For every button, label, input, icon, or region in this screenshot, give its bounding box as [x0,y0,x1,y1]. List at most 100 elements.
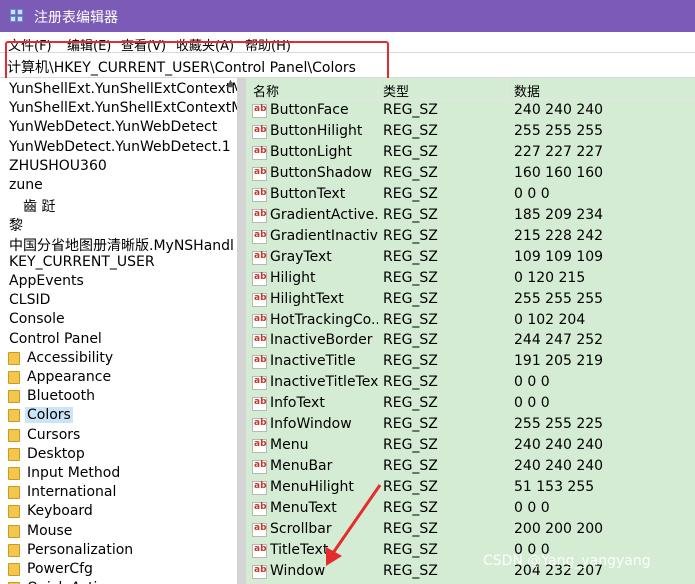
tree-item-label: Keyboard [27,503,93,520]
tree-item-label: Bluetooth [27,388,95,405]
tree-item-label: Cursors [27,426,81,443]
tree-item[interactable]: YunWebDetect.YunWebDetect.1 [0,138,237,157]
value-type: REG_SZ [383,437,438,454]
tree-item[interactable]: YunWebDetect.YunWebDetect [0,118,237,137]
tree-item[interactable]: Console [0,310,237,329]
value-type: REG_SZ [383,332,438,349]
value-row[interactable]: ab HilightText REG_SZ 255 255 255 [246,289,695,310]
string-value-icon: ab [252,250,267,265]
value-row[interactable]: ab InfoWindow REG_SZ 255 255 225 [246,414,695,435]
value-row[interactable]: ab Menu REG_SZ 240 240 240 [246,435,695,456]
string-value-icon: ab [252,418,267,433]
tree-item[interactable]: Mouse [0,522,237,541]
folder-icon [8,543,20,557]
tree-item[interactable]: Desktop [0,445,237,464]
address-bar[interactable]: 计算机\HKEY_CURRENT_USER\Control Panel\Colo… [0,52,695,78]
value-data: 0 0 0 [514,500,550,517]
column-name[interactable]: 名称 [253,81,279,100]
value-row[interactable]: ab ButtonHilight REG_SZ 255 255 255 [246,121,695,142]
value-row[interactable]: ab GrayText REG_SZ 109 109 109 [246,247,695,268]
tree-item-label: ZHUSHOU360 [9,157,107,174]
tree-item[interactable]: 齒 跹 [0,195,237,215]
value-row[interactable]: ab InactiveBorder REG_SZ 244 247 252 [246,330,695,351]
value-row[interactable]: ab MenuHilight REG_SZ 51 153 255 [246,477,695,498]
value-row[interactable]: ab ButtonLight REG_SZ 227 227 227 [246,142,695,163]
menu-bar: 文件(F) 编辑(E) 查看(V) 收藏夹(A) 帮助(H) [0,32,695,54]
value-row[interactable]: ab Hilight REG_SZ 0 120 215 [246,268,695,289]
string-value-icon: ab [252,313,267,328]
tree-item[interactable]: YunShellExt.YunShellExtContextM [0,80,237,99]
tree-item[interactable]: Input Method [0,464,237,483]
tree-item-label: 中国分省地图册清晰版.MyNSHandl [9,237,234,254]
address-path[interactable]: 计算机\HKEY_CURRENT_USER\Control Panel\Colo… [7,57,356,77]
tree-item[interactable]: PowerCfg [0,560,237,579]
value-row[interactable]: ab GradientActive... REG_SZ 185 209 234 [246,205,695,226]
tree-item[interactable]: Colors [0,406,237,425]
pane-splitter[interactable] [237,78,246,584]
tree-item[interactable]: Accessibility [0,349,237,368]
value-data: 191 205 219 [514,353,604,370]
tree-item[interactable]: ZHUSHOU360 [0,157,237,176]
key-tree: YunShellExt.YunShellExtContextM YunShellE… [0,78,237,584]
value-type: REG_SZ [383,248,438,265]
value-row[interactable]: ab ButtonFace REG_SZ 240 240 240 [246,100,695,121]
value-row[interactable]: ab ButtonShadow REG_SZ 160 160 160 [246,163,695,184]
value-data: 51 153 255 [514,479,595,496]
tree-item-label: Quick Actions [27,580,122,584]
tree-item[interactable]: KEY_CURRENT_USER [0,253,237,272]
value-row[interactable]: ab Scrollbar REG_SZ 200 200 200 [246,519,695,540]
value-name: Window [270,562,326,579]
tree-item-label: zune [9,177,43,193]
tree-item[interactable]: Appearance [0,368,237,387]
tree-item[interactable]: International [0,483,237,502]
value-row[interactable]: ab HotTrackingCo... REG_SZ 0 102 204 [246,310,695,331]
column-type[interactable]: 类型 [383,81,409,100]
tree-item-label: International [27,484,117,501]
value-type: REG_SZ [383,521,438,537]
tree-item[interactable]: Personalization [0,541,237,560]
tree-item[interactable]: CLSID [0,291,237,310]
tree-item-label: Accessibility [27,349,114,366]
tree-item[interactable]: Quick Actions [0,579,237,584]
tree-item[interactable]: Keyboard [0,502,237,521]
value-data: 240 240 240 [514,437,604,454]
value-row[interactable]: ab InfoText REG_SZ 0 0 0 [246,393,695,414]
value-row[interactable]: abGradientInactiv... REG_SZ 215 228 242 [246,226,695,247]
tree-item[interactable]: Bluetooth [0,387,237,406]
value-name: GradientActive... [270,206,378,223]
tree-item[interactable]: AppEvents [0,272,237,291]
tree-item-label: Colors [25,407,73,424]
value-name: Menu [270,437,309,454]
window-title: 注册表编辑器 [34,10,118,26]
value-row[interactable]: ab MenuBar REG_SZ 240 240 240 [246,456,695,477]
scroll-up-icon[interactable]: ▲ [224,78,237,90]
value-type: REG_SZ [383,311,438,328]
tree-item[interactable]: Control Panel [0,330,237,349]
value-name: MenuBar [270,458,333,475]
value-data: 240 240 240 [514,102,604,118]
tree-item[interactable]: YunShellExt.YunShellExtContextM [0,99,237,118]
value-data: 0 0 0 [514,374,550,391]
tree-item[interactable]: 黎 [0,214,237,234]
value-data: 215 228 242 [514,227,604,244]
tree-item-label: Desktop [27,445,85,462]
value-name: ButtonLight [270,143,352,160]
value-row[interactable]: ab InactiveTitleText REG_SZ 0 0 0 [246,372,695,393]
tree-item[interactable]: zune [0,176,237,195]
value-row[interactable]: ab ButtonText REG_SZ 0 0 0 [246,184,695,205]
tree-item[interactable]: Cursors [0,426,237,445]
string-value-icon: ab [252,104,267,118]
value-data: 109 109 109 [514,248,604,265]
folder-icon [8,390,20,404]
value-row[interactable]: ab MenuText REG_SZ 0 0 0 [246,498,695,519]
value-data: 160 160 160 [514,164,604,181]
folder-icon [8,505,20,519]
tree-item-label: YunWebDetect.YunWebDetect.1 [9,138,231,155]
regedit-icon [10,9,24,23]
value-row[interactable]: ab InactiveTitle REG_SZ 191 205 219 [246,351,695,372]
value-type: REG_SZ [383,353,438,370]
tree-item[interactable]: 中国分省地图册清晰版.MyNSHandl [0,234,237,254]
value-data: 244 247 252 [514,332,604,349]
list-header: 名称 类型 数据 [246,78,695,100]
column-data[interactable]: 数据 [514,81,540,100]
